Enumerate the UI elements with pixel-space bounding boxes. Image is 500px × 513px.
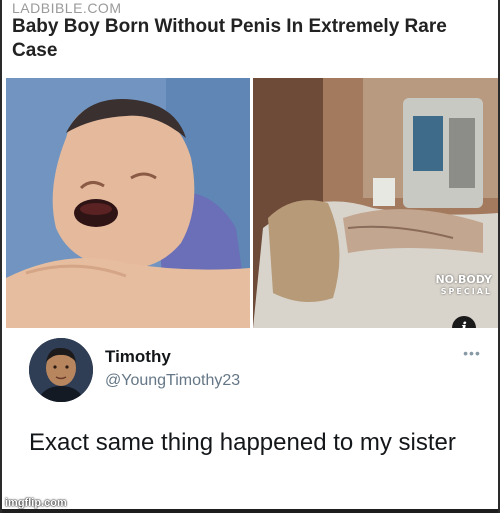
video-watermark: NO.BODY SPECIAL xyxy=(435,274,492,298)
article-headline[interactable]: Baby Boy Born Without Penis In Extremely… xyxy=(12,15,488,63)
article-card[interactable]: LADBIBLE.COM Baby Boy Born Without Penis… xyxy=(2,0,498,330)
display-name[interactable]: Timothy xyxy=(105,347,171,367)
article-source: LADBIBLE.COM xyxy=(12,0,122,16)
user-handle[interactable]: @YoungTimothy23 xyxy=(105,372,240,390)
tweet-text: Exact same thing happened to my sister xyxy=(29,429,456,456)
bottom-border xyxy=(2,509,498,513)
hospital-photo: NO.BODY SPECIAL i xyxy=(253,78,498,328)
watermark-line-1: NO.BODY xyxy=(435,273,492,286)
avatar[interactable] xyxy=(29,338,93,402)
imgflip-watermark: imgflip.com xyxy=(5,497,67,509)
tweet[interactable]: Timothy @YoungTimothy23 ••• Exact same t… xyxy=(2,332,498,512)
meme-frame: LADBIBLE.COM Baby Boy Born Without Penis… xyxy=(0,0,500,513)
more-dots-icon[interactable]: ••• xyxy=(460,346,484,360)
newborn-photo xyxy=(6,78,250,328)
watermark-line-2: SPECIAL xyxy=(440,287,492,296)
